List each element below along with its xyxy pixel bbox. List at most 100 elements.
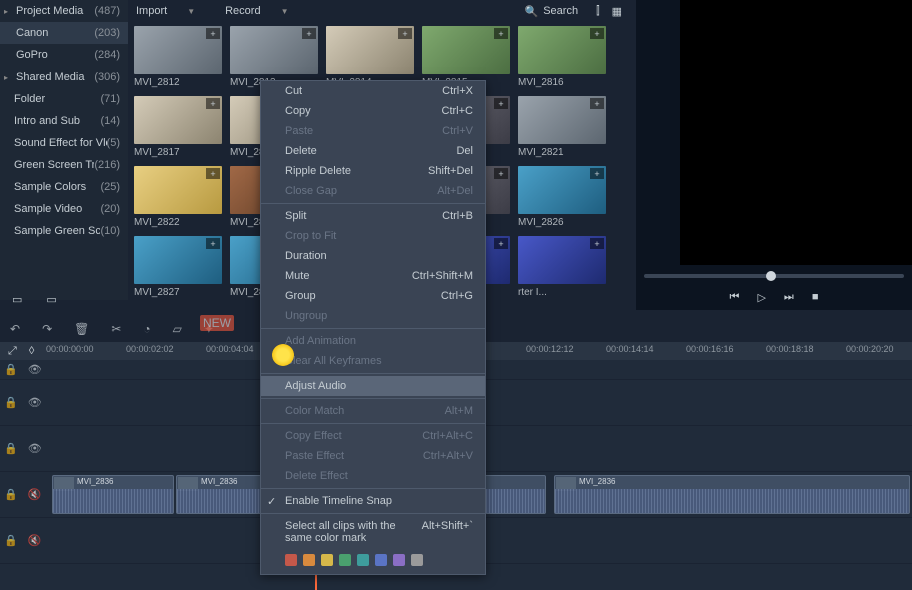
menu-item[interactable]: Ripple DeleteShift+Del <box>261 161 485 181</box>
color-swatch[interactable] <box>321 554 333 566</box>
lock-icon[interactable]: 🔒 <box>4 396 18 409</box>
media-thumbnail[interactable]: +MVI_2814 <box>326 26 414 88</box>
add-to-timeline-icon[interactable]: + <box>206 28 220 39</box>
media-thumbnail[interactable]: +MVI_2827 <box>134 236 222 298</box>
import-dropdown[interactable]: Import ▼ <box>136 5 195 17</box>
menu-item[interactable]: ✓Enable Timeline Snap <box>261 491 485 511</box>
filter-icon[interactable]: ⫿ <box>596 5 600 18</box>
menu-item[interactable]: Duration <box>261 246 485 266</box>
mute-icon[interactable]: 🔇 <box>28 534 42 547</box>
folder-count: (284) <box>94 49 120 61</box>
menu-item[interactable]: GroupCtrl+G <box>261 286 485 306</box>
folder-item[interactable]: Sample Colors(25) <box>0 176 128 198</box>
grid-view-icon[interactable]: ▦ <box>612 5 622 18</box>
menu-item[interactable]: CutCtrl+X <box>261 81 485 101</box>
folder-item[interactable]: Sample Green Screen(10) <box>0 220 128 242</box>
zoom-fit-icon[interactable]: ⤢ <box>8 345 17 358</box>
thumbnail-label: MVI_2826 <box>518 217 606 228</box>
mute-icon[interactable]: 🔇 <box>28 488 42 501</box>
new-folder-icon[interactable]: ▭ <box>12 293 22 306</box>
lock-icon[interactable]: 🔒 <box>4 488 18 501</box>
folder-item[interactable]: ▸Shared Media(306) <box>0 66 128 88</box>
lock-icon[interactable]: 🔒 <box>4 442 18 455</box>
menu-item[interactable]: DeleteDel <box>261 141 485 161</box>
triangle-icon: ▸ <box>4 73 8 82</box>
menu-item[interactable]: SplitCtrl+B <box>261 206 485 226</box>
media-thumbnail[interactable]: +MVI_2816 <box>518 26 606 88</box>
timecode-label: 00:00:14:14 <box>606 344 654 354</box>
menu-item[interactable]: MuteCtrl+Shift+M <box>261 266 485 286</box>
folder-item[interactable]: Sample Video(20) <box>0 198 128 220</box>
menu-item[interactable]: CopyCtrl+C <box>261 101 485 121</box>
color-swatch[interactable] <box>285 554 297 566</box>
add-to-timeline-icon[interactable]: + <box>206 238 220 249</box>
folder-item[interactable]: Intro and Sub(14) <box>0 110 128 132</box>
media-thumbnail[interactable]: + MVI_2826 <box>518 166 606 228</box>
color-swatch[interactable] <box>357 554 369 566</box>
folder-item[interactable]: GoPro(284) <box>0 44 128 66</box>
eye-icon[interactable]: 👁 <box>28 363 42 376</box>
color-swatch[interactable] <box>303 554 315 566</box>
search-input[interactable]: 🔍 Search <box>519 3 585 20</box>
media-thumbnail[interactable]: +MVI_2821 <box>518 96 606 158</box>
media-thumbnail[interactable]: +MVI_2822 <box>134 166 222 228</box>
add-to-timeline-icon[interactable]: + <box>494 238 508 249</box>
add-to-timeline-icon[interactable]: + <box>206 98 220 109</box>
add-to-timeline-icon[interactable]: + <box>494 168 508 179</box>
preview-video[interactable] <box>680 0 912 265</box>
menu-item-label: Add Animation <box>285 335 356 347</box>
folder-item[interactable]: ▸Project Media(487) <box>0 0 128 22</box>
thumbnail-image: + <box>518 96 606 144</box>
record-dropdown[interactable]: Record ▼ <box>225 5 288 17</box>
chevron-down-icon: ▼ <box>187 7 195 16</box>
media-thumbnail[interactable]: +MVI_2813 <box>230 26 318 88</box>
add-to-timeline-icon[interactable]: + <box>302 28 316 39</box>
stop-button[interactable]: ■ <box>812 291 819 304</box>
lock-icon[interactable]: 🔒 <box>4 363 18 376</box>
next-frame-button[interactable]: ⏭ <box>784 291 794 304</box>
color-swatch[interactable] <box>411 554 423 566</box>
split-button[interactable]: ✂ <box>111 322 121 336</box>
marker-icon[interactable]: ◊ <box>29 345 34 358</box>
progress-knob[interactable] <box>766 271 776 281</box>
menu-separator <box>261 398 485 399</box>
add-to-timeline-icon[interactable]: + <box>398 28 412 39</box>
eye-icon[interactable]: 👁 <box>28 442 42 455</box>
add-to-timeline-icon[interactable]: + <box>590 238 604 249</box>
folder-item[interactable]: Green Screen Trans(216) <box>0 154 128 176</box>
prev-frame-button[interactable]: ⏮ <box>730 291 740 304</box>
add-to-timeline-icon[interactable]: + <box>590 98 604 109</box>
add-to-timeline-icon[interactable]: + <box>206 168 220 179</box>
timeline-clip[interactable]: MVI_2836 <box>554 475 910 514</box>
folder-item[interactable]: Canon(203) <box>0 22 128 44</box>
effects-button[interactable]: ✦NEW <box>204 322 248 336</box>
play-button[interactable]: ▷ <box>757 291 765 304</box>
open-folder-icon[interactable]: ▭ <box>46 293 56 306</box>
add-to-timeline-icon[interactable]: + <box>494 28 508 39</box>
media-thumbnail[interactable]: +rter I... <box>518 236 606 298</box>
color-swatch[interactable] <box>393 554 405 566</box>
menu-item-shortcut: Del <box>456 145 473 157</box>
menu-item[interactable]: Adjust Audio <box>261 376 485 396</box>
delete-button[interactable]: 🗑 <box>74 322 89 336</box>
media-thumbnail[interactable]: +MVI_2815 <box>422 26 510 88</box>
timeline-clip[interactable]: MVI_2836 <box>52 475 174 514</box>
redo-button[interactable]: ↷ <box>42 322 52 336</box>
folder-count: (5) <box>107 137 120 149</box>
folder-item[interactable]: Sound Effect for Vlog(5) <box>0 132 128 154</box>
crop-button[interactable]: ▱ <box>173 322 182 336</box>
color-swatch[interactable] <box>375 554 387 566</box>
add-to-timeline-icon[interactable]: + <box>590 28 604 39</box>
undo-button[interactable]: ↶ <box>10 322 20 336</box>
preview-progress[interactable] <box>644 274 904 278</box>
speed-button[interactable]: ◔ <box>143 322 150 336</box>
eye-icon[interactable]: 👁 <box>28 396 42 409</box>
add-to-timeline-icon[interactable]: + <box>590 168 604 179</box>
menu-item[interactable]: Select all clips with the same color mar… <box>261 516 485 548</box>
lock-icon[interactable]: 🔒 <box>4 534 18 547</box>
folder-item[interactable]: Folder(71) <box>0 88 128 110</box>
color-swatch[interactable] <box>339 554 351 566</box>
media-thumbnail[interactable]: +MVI_2812 <box>134 26 222 88</box>
media-thumbnail[interactable]: +MVI_2817 <box>134 96 222 158</box>
add-to-timeline-icon[interactable]: + <box>494 98 508 109</box>
